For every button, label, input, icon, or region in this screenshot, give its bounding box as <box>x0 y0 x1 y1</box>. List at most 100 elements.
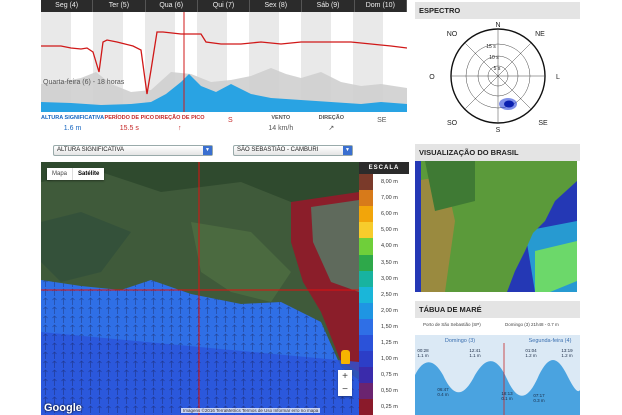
dir-label: O <box>429 74 435 81</box>
day-tab[interactable]: Sáb (9) <box>302 0 355 12</box>
spectrum-polar-chart[interactable]: N NE L SE S SO O NO 15 s 10 s 5 s <box>415 19 580 134</box>
scale-label: 6,00 m <box>381 211 398 218</box>
metric-label: DIREÇÃO DE PICO <box>155 115 205 121</box>
dir-label: L <box>556 74 560 81</box>
scale-label: 0,25 m <box>381 404 398 411</box>
scale-row: 1,00 m <box>359 351 409 368</box>
day-tab[interactable]: Qui (7) <box>198 0 251 12</box>
scale-row: 1,25 m <box>359 335 409 352</box>
day-tab[interactable]: Ter (5) <box>93 0 146 12</box>
scale-swatch <box>359 302 373 320</box>
scale-label: 1,00 m <box>381 356 398 363</box>
scale-label: 7,00 m <box>381 195 398 202</box>
metric-label: VENTO <box>271 115 291 121</box>
metric-3: S <box>205 114 256 136</box>
metric-0: ALTURA SIGNIFICATIVA 1.6 m <box>41 114 104 136</box>
day-tab[interactable]: Dom (10) <box>355 0 407 12</box>
scale-label: 1,50 m <box>381 323 398 330</box>
ring-label: 5 s <box>494 66 501 72</box>
scale-swatch <box>359 335 373 352</box>
metric-value: 14 km/h <box>268 125 294 132</box>
tide-title: TÁBUA DE MARÉ <box>415 301 580 318</box>
metric-6: SE <box>357 114 408 136</box>
tide-event-height: 1.2 m <box>525 353 537 358</box>
brazil-panel: VISUALIZAÇÃO DO BRASIL <box>415 144 580 294</box>
chart-caption: Quarta-feira (6) - 18 horas <box>43 79 125 86</box>
scale-label: 5,00 m <box>381 227 398 234</box>
scale-swatch <box>359 254 373 272</box>
map-canvas[interactable] <box>41 162 359 415</box>
forecast-panel: Seg (4) Ter (5) Qua (6) Qui (7) Sex (8) … <box>41 0 407 140</box>
tide-datum: Domingo (3) 21h48 - 0.7 m <box>505 322 559 327</box>
map-type-satellite[interactable]: Satélite <box>72 168 104 180</box>
scale-label: 2,50 m <box>381 291 398 298</box>
scale-legend: ESCALA 8,00 m 7,00 m 6,00 m 5,00 m 4,00 m 3,5… <box>359 162 409 415</box>
metric-4: VENTO 14 km/h <box>256 114 307 136</box>
metric-value: ↗ <box>328 125 335 132</box>
location-select[interactable]: SÃO SEBASTIÃO - CAMBURI ▼ <box>233 145 353 156</box>
metric-value: 1.6 m <box>63 125 82 132</box>
ring-label: 15 s <box>486 44 496 50</box>
tide-day-left: Domingo (3) <box>445 338 475 344</box>
scale-swatch <box>359 367 373 384</box>
pacific <box>415 161 421 292</box>
scale-row: 2,50 m <box>359 286 409 304</box>
street-view-pegman-icon[interactable] <box>341 350 350 364</box>
day-tab[interactable]: Seg (4) <box>41 0 94 12</box>
tide-event-height: 1.2 m <box>561 353 573 358</box>
page: Seg (4) Ter (5) Qua (6) Qui (7) Sex (8) … <box>0 0 622 415</box>
scale-row: 0,75 m <box>359 367 409 384</box>
spectrum-title: ESPECTRO <box>415 2 580 19</box>
day-tab[interactable]: Sex (8) <box>250 0 303 12</box>
scale-swatch <box>359 270 373 288</box>
variable-select[interactable]: ALTURA SIGNIFICATIVA ▼ <box>53 145 213 156</box>
ring-label: 10 s <box>489 55 499 61</box>
scale-row: 8,00 m <box>359 174 409 191</box>
forecast-chart[interactable] <box>41 12 407 112</box>
brazil-map[interactable] <box>415 161 577 292</box>
day-tab[interactable]: Qua (6) <box>146 0 198 12</box>
map-type-toggle: Mapa Satélite <box>47 168 105 180</box>
dir-label: SO <box>447 120 458 127</box>
scale-row: 0,25 m <box>359 399 409 415</box>
scale-label: 3,50 m <box>381 259 398 266</box>
metric-label: ALTURA SIGNIFICATIVA <box>41 115 105 121</box>
scale-row: 2,00 m <box>359 302 409 320</box>
map-attribution[interactable]: Imagens ©2016 TerraMetrics Termos de Uso… <box>181 408 321 413</box>
tide-chart[interactable]: Domingo (3) Segunda-feira (4) 00:281.1 m… <box>415 335 580 415</box>
metric-value: SE <box>377 117 387 124</box>
scale-swatch <box>359 318 373 336</box>
tide-panel: TÁBUA DE MARÉ Porto de São Sebastião (SP… <box>415 301 580 415</box>
scale-row: 6,00 m <box>359 206 409 223</box>
metric-2: DIREÇÃO DE PICO ↑ <box>155 114 206 136</box>
scale-label: 0,75 m <box>381 372 398 379</box>
scale-row: 0,50 m <box>359 383 409 401</box>
scale-row: 3,00 m <box>359 270 409 288</box>
scale-row: 5,00 m <box>359 222 409 240</box>
wave-map[interactable]: Mapa Satélite + − Google Imagens ©2016 T… <box>41 162 409 415</box>
scale-row: 1,50 m <box>359 318 409 336</box>
map-type-map[interactable]: Mapa <box>47 168 72 180</box>
tide-day-right: Segunda-feira (4) <box>529 338 572 344</box>
zoom-control: + − <box>338 370 352 396</box>
zoom-out-button[interactable]: − <box>338 383 352 396</box>
variable-select-value: ALTURA SIGNIFICATIVA <box>57 147 125 153</box>
scale-row: 3,50 m <box>359 254 409 272</box>
brazil-map-canvas <box>415 161 577 292</box>
dir-label: S <box>496 127 501 134</box>
chevron-down-icon: ▼ <box>203 146 212 155</box>
scale-row: 4,00 m <box>359 238 409 256</box>
scale-swatch <box>359 174 373 191</box>
zoom-in-button[interactable]: + <box>338 370 352 383</box>
scale-label: 0,50 m <box>381 388 398 395</box>
metric-5: DIREÇÃO ↗ <box>306 114 357 136</box>
dir-label: NE <box>535 31 545 38</box>
scale-swatch <box>359 222 373 240</box>
metric-value: ↑ <box>178 125 182 132</box>
metric-value: S <box>227 117 233 124</box>
metric-label: DIREÇÃO <box>318 115 344 121</box>
dir-label: NO <box>447 31 458 38</box>
scale-swatch <box>359 206 373 223</box>
metrics-row: ALTURA SIGNIFICATIVA 1.6 m PERÍODO DE PICO… <box>41 114 407 136</box>
location-select-value: SÃO SEBASTIÃO - CAMBURI <box>237 147 319 153</box>
